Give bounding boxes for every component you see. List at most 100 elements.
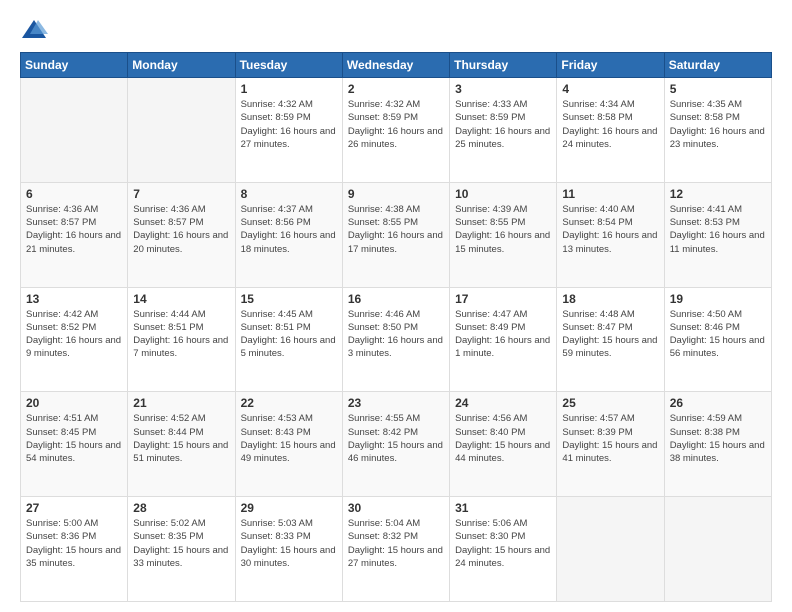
day-number: 21: [133, 396, 229, 410]
day-number: 11: [562, 187, 658, 201]
day-number: 19: [670, 292, 766, 306]
calendar-week-row: 6Sunrise: 4:36 AMSunset: 8:57 PMDaylight…: [21, 182, 772, 287]
calendar-cell: 8 Sunrise: 4:37 AMSunset: 8:56 PMDaylight…: [235, 182, 342, 287]
day-info: Sunrise: 5:04 AMSunset: 8:32 PMDaylight:…: [348, 517, 444, 570]
calendar-cell: [664, 497, 771, 602]
calendar-cell: 21 Sunrise: 4:52 AMSunset: 8:44 PMDayligh…: [128, 392, 235, 497]
day-info: Sunrise: 5:03 AMSunset: 8:33 PMDaylight:…: [241, 517, 337, 570]
weekday-header: Tuesday: [235, 53, 342, 78]
day-number: 1: [241, 82, 337, 96]
day-number: 16: [348, 292, 444, 306]
calendar-cell: 30 Sunrise: 5:04 AMSunset: 8:32 PMDayligh…: [342, 497, 449, 602]
weekday-header: Friday: [557, 53, 664, 78]
day-info: Sunrise: 4:38 AMSunset: 8:55 PMDaylight:…: [348, 203, 444, 256]
logo: [20, 16, 52, 44]
weekday-header: Thursday: [450, 53, 557, 78]
calendar-week-row: 1 Sunrise: 4:32 AMSunset: 8:59 PMDaylight…: [21, 78, 772, 183]
day-number: 18: [562, 292, 658, 306]
calendar-cell: 3Sunrise: 4:33 AMSunset: 8:59 PMDaylight…: [450, 78, 557, 183]
calendar-cell: 2Sunrise: 4:32 AMSunset: 8:59 PMDaylight…: [342, 78, 449, 183]
calendar-cell: 1 Sunrise: 4:32 AMSunset: 8:59 PMDaylight…: [235, 78, 342, 183]
day-info: Sunrise: 4:32 AMSunset: 8:59 PMDaylight:…: [348, 98, 444, 151]
calendar-cell: 23 Sunrise: 4:55 AMSunset: 8:42 PMDayligh…: [342, 392, 449, 497]
day-number: 30: [348, 501, 444, 515]
calendar-cell: 29Sunrise: 5:03 AMSunset: 8:33 PMDayligh…: [235, 497, 342, 602]
day-info: Sunrise: 4:44 AMSunset: 8:51 PMDaylight:…: [133, 308, 229, 361]
day-number: 24: [455, 396, 551, 410]
day-info: Sunrise: 5:00 AMSunset: 8:36 PMDaylight:…: [26, 517, 122, 570]
day-number: 25: [562, 396, 658, 410]
weekday-header: Wednesday: [342, 53, 449, 78]
day-info: Sunrise: 4:48 AMSunset: 8:47 PMDaylight:…: [562, 308, 658, 361]
day-number: 7: [133, 187, 229, 201]
day-info: Sunrise: 4:35 AMSunset: 8:58 PMDaylight:…: [670, 98, 766, 151]
calendar-week-row: 27 Sunrise: 5:00 AMSunset: 8:36 PMDayligh…: [21, 497, 772, 602]
calendar-cell: 20 Sunrise: 4:51 AMSunset: 8:45 PMDayligh…: [21, 392, 128, 497]
day-number: 9: [348, 187, 444, 201]
day-info: Sunrise: 4:52 AMSunset: 8:44 PMDaylight:…: [133, 412, 229, 465]
day-info: Sunrise: 4:51 AMSunset: 8:45 PMDaylight:…: [26, 412, 122, 465]
calendar-cell: 15Sunrise: 4:45 AMSunset: 8:51 PMDayligh…: [235, 287, 342, 392]
calendar-cell: 5 Sunrise: 4:35 AMSunset: 8:58 PMDaylight…: [664, 78, 771, 183]
day-info: Sunrise: 4:50 AMSunset: 8:46 PMDaylight:…: [670, 308, 766, 361]
calendar-cell: 27 Sunrise: 5:00 AMSunset: 8:36 PMDayligh…: [21, 497, 128, 602]
day-info: Sunrise: 4:41 AMSunset: 8:53 PMDaylight:…: [670, 203, 766, 256]
calendar-cell: 25 Sunrise: 4:57 AMSunset: 8:39 PMDayligh…: [557, 392, 664, 497]
day-info: Sunrise: 4:37 AMSunset: 8:56 PMDaylight:…: [241, 203, 337, 256]
calendar-cell: 28 Sunrise: 5:02 AMSunset: 8:35 PMDayligh…: [128, 497, 235, 602]
calendar-cell: 13 Sunrise: 4:42 AMSunset: 8:52 PMDayligh…: [21, 287, 128, 392]
weekday-header: Saturday: [664, 53, 771, 78]
calendar-cell: [21, 78, 128, 183]
page: SundayMondayTuesdayWednesdayThursdayFrid…: [0, 0, 792, 612]
day-info: Sunrise: 4:39 AMSunset: 8:55 PMDaylight:…: [455, 203, 551, 256]
day-number: 26: [670, 396, 766, 410]
day-number: 13: [26, 292, 122, 306]
calendar-cell: 6Sunrise: 4:36 AMSunset: 8:57 PMDaylight…: [21, 182, 128, 287]
day-info: Sunrise: 4:36 AMSunset: 8:57 PMDaylight:…: [133, 203, 229, 256]
calendar-cell: 24 Sunrise: 4:56 AMSunset: 8:40 PMDayligh…: [450, 392, 557, 497]
day-number: 27: [26, 501, 122, 515]
day-info: Sunrise: 5:02 AMSunset: 8:35 PMDaylight:…: [133, 517, 229, 570]
weekday-header: Sunday: [21, 53, 128, 78]
day-number: 8: [241, 187, 337, 201]
day-number: 22: [241, 396, 337, 410]
day-info: Sunrise: 5:06 AMSunset: 8:30 PMDaylight:…: [455, 517, 551, 570]
day-info: Sunrise: 4:40 AMSunset: 8:54 PMDaylight:…: [562, 203, 658, 256]
calendar-cell: 17 Sunrise: 4:47 AMSunset: 8:49 PMDayligh…: [450, 287, 557, 392]
day-number: 12: [670, 187, 766, 201]
day-number: 31: [455, 501, 551, 515]
day-info: Sunrise: 4:55 AMSunset: 8:42 PMDaylight:…: [348, 412, 444, 465]
day-number: 17: [455, 292, 551, 306]
day-number: 23: [348, 396, 444, 410]
calendar-cell: 31 Sunrise: 5:06 AMSunset: 8:30 PMDayligh…: [450, 497, 557, 602]
header: [20, 16, 772, 44]
calendar-cell: 26 Sunrise: 4:59 AMSunset: 8:38 PMDayligh…: [664, 392, 771, 497]
day-number: 10: [455, 187, 551, 201]
day-info: Sunrise: 4:47 AMSunset: 8:49 PMDaylight:…: [455, 308, 551, 361]
day-info: Sunrise: 4:34 AMSunset: 8:58 PMDaylight:…: [562, 98, 658, 151]
calendar-cell: 19 Sunrise: 4:50 AMSunset: 8:46 PMDayligh…: [664, 287, 771, 392]
calendar-header-row: SundayMondayTuesdayWednesdayThursdayFrid…: [21, 53, 772, 78]
day-number: 20: [26, 396, 122, 410]
day-info: Sunrise: 4:42 AMSunset: 8:52 PMDaylight:…: [26, 308, 122, 361]
day-info: Sunrise: 4:32 AMSunset: 8:59 PMDaylight:…: [241, 98, 337, 151]
day-number: 5: [670, 82, 766, 96]
day-info: Sunrise: 4:33 AMSunset: 8:59 PMDaylight:…: [455, 98, 551, 151]
calendar-cell: 14Sunrise: 4:44 AMSunset: 8:51 PMDayligh…: [128, 287, 235, 392]
calendar-cell: 22Sunrise: 4:53 AMSunset: 8:43 PMDayligh…: [235, 392, 342, 497]
calendar-cell: [128, 78, 235, 183]
calendar-cell: 12 Sunrise: 4:41 AMSunset: 8:53 PMDayligh…: [664, 182, 771, 287]
day-info: Sunrise: 4:36 AMSunset: 8:57 PMDaylight:…: [26, 203, 122, 256]
calendar-cell: 9 Sunrise: 4:38 AMSunset: 8:55 PMDaylight…: [342, 182, 449, 287]
logo-icon: [20, 16, 48, 44]
day-info: Sunrise: 4:56 AMSunset: 8:40 PMDaylight:…: [455, 412, 551, 465]
day-info: Sunrise: 4:59 AMSunset: 8:38 PMDaylight:…: [670, 412, 766, 465]
calendar-cell: 4Sunrise: 4:34 AMSunset: 8:58 PMDaylight…: [557, 78, 664, 183]
calendar-cell: 7 Sunrise: 4:36 AMSunset: 8:57 PMDaylight…: [128, 182, 235, 287]
calendar-cell: [557, 497, 664, 602]
calendar-week-row: 20 Sunrise: 4:51 AMSunset: 8:45 PMDayligh…: [21, 392, 772, 497]
day-info: Sunrise: 4:57 AMSunset: 8:39 PMDaylight:…: [562, 412, 658, 465]
calendar-table: SundayMondayTuesdayWednesdayThursdayFrid…: [20, 52, 772, 602]
day-number: 28: [133, 501, 229, 515]
calendar-cell: 11 Sunrise: 4:40 AMSunset: 8:54 PMDayligh…: [557, 182, 664, 287]
